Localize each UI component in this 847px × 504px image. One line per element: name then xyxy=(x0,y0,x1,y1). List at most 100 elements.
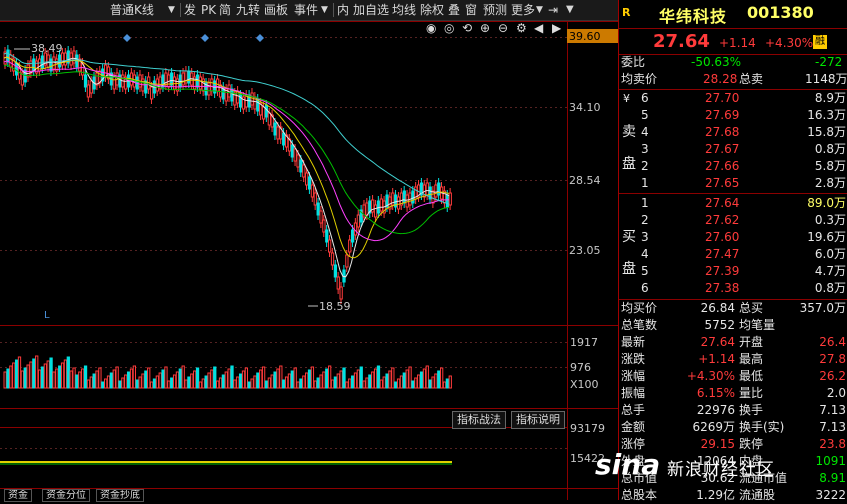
stock-name: 华纬科技 xyxy=(659,7,728,26)
orderbook-price: 27.67 xyxy=(705,142,740,156)
quote-stat-row: 均买价 26.84 总买 357.0万 xyxy=(619,300,847,317)
quote-stat-label: 总手 xyxy=(621,403,646,417)
quote-stat-label: 均笔量 xyxy=(739,318,776,332)
more-button[interactable]: 更多 xyxy=(511,2,535,18)
tab-fund-bottom[interactable]: 资金抄底 xyxy=(96,489,144,502)
volume-axis-label: 976 xyxy=(570,361,591,374)
history-icon[interactable]: ⟲ xyxy=(462,21,472,35)
indicator-help-button[interactable]: 指标说明 xyxy=(511,411,565,429)
zoom-in-icon[interactable]: ⊕ xyxy=(480,21,490,35)
quote-stat-label: 总买 xyxy=(739,301,764,315)
weibi-value: -50.63% xyxy=(691,55,742,69)
orderbook-volume: 16.3万 xyxy=(807,108,846,122)
indicator-strategy-button[interactable]: 指标战法 xyxy=(452,411,506,429)
chart-toolbar: 普通K线 ▼ 发 PK 简 九转 画板 事件 ▼ 内 加自选 均线 除权 叠 窗… xyxy=(0,0,618,21)
orderbook-volume: 0.8万 xyxy=(814,142,846,156)
margin-badge: 融 xyxy=(813,35,827,49)
price-axis-label: 39.60 xyxy=(569,30,601,43)
zoom-out-icon[interactable]: ⊖ xyxy=(498,21,508,35)
orderbook-row: 2 27.62 0.3万 xyxy=(619,212,847,229)
event-dropdown-icon[interactable]: ▼ xyxy=(321,2,328,18)
orderbook-level: 2 xyxy=(641,159,649,173)
quote-stat-value: 26.4 xyxy=(819,335,846,349)
kline-type-dropdown-icon[interactable]: ▼ xyxy=(168,2,175,18)
settings-icon[interactable]: ⚙ xyxy=(516,21,527,35)
quote-stat-label: 涨幅 xyxy=(621,369,646,383)
quote-stat-value: 22976 xyxy=(696,403,735,417)
quote-stat-label: 流通股 xyxy=(739,488,776,502)
nine-turn-button[interactable]: 九转 xyxy=(236,2,260,18)
more-dropdown-icon[interactable]: ▼ xyxy=(536,2,543,18)
volume-axis-label: 1917 xyxy=(570,336,598,349)
quote-stat-value: 1.29亿 xyxy=(696,488,735,502)
orderbook-level: 4 xyxy=(641,125,649,139)
orderbook-price: 27.47 xyxy=(705,247,740,261)
view-icon[interactable]: ◎ xyxy=(444,21,454,35)
publish-button[interactable]: 发 xyxy=(184,2,196,18)
pk-button[interactable]: PK xyxy=(201,2,216,18)
moving-average-button[interactable]: 均线 xyxy=(392,2,416,18)
ex-rights-button[interactable]: 除权 xyxy=(420,2,444,18)
quote-stat-label: 均买价 xyxy=(621,301,658,315)
quote-stat-value: 7.13 xyxy=(819,420,846,434)
kline-chart-area[interactable]: ◉ ◎ ⟲ ⊕ ⊖ ⚙ ◀ ▶ 39.60 34.10 28.54 23.05 … xyxy=(0,21,618,502)
quote-stat-label: 振幅 xyxy=(621,386,646,400)
orderbook-volume: 4.7万 xyxy=(814,264,846,278)
forecast-button[interactable]: 预测 xyxy=(483,2,507,18)
orderbook-price: 27.38 xyxy=(705,281,740,295)
volume-axis-label: X100 xyxy=(570,378,599,391)
orderbook-level: 3 xyxy=(641,142,649,156)
quote-stat-row: 金额 6269万 换手(实) 7.13 xyxy=(619,419,847,436)
pin-icon[interactable]: ⇥ xyxy=(548,2,558,18)
quote-stat-value: 27.64 xyxy=(700,335,735,349)
indicator-axis-label: 93179 xyxy=(570,422,605,435)
eye-icon[interactable]: ◉ xyxy=(426,21,436,35)
quote-stat-value: 6.15% xyxy=(696,386,735,400)
current-price: 27.64 xyxy=(653,31,710,52)
watermark-text: 新浪财经社区 xyxy=(667,460,775,480)
quote-stat-label: 量比 xyxy=(739,386,764,400)
avg-sell-value: 28.28 xyxy=(703,72,738,86)
window-button[interactable]: 窗 xyxy=(465,2,477,18)
event-marker-icon xyxy=(201,34,209,42)
avg-sell-row: 均卖价 28.28 总卖 1148万 xyxy=(619,71,847,88)
orderbook-row: 4 27.68 15.8万 xyxy=(619,124,847,141)
low-price-label: 18.59 xyxy=(319,300,351,313)
orderbook-volume: 15.8万 xyxy=(807,125,846,139)
kline-type-button[interactable]: 普通K线 xyxy=(110,2,154,18)
quote-stat-value: 6269万 xyxy=(692,420,735,434)
event-button[interactable]: 事件 xyxy=(294,2,318,18)
orderbook-price: 27.62 xyxy=(705,213,740,227)
quote-stat-label: 金额 xyxy=(621,420,646,434)
prev-icon[interactable]: ◀ xyxy=(534,21,543,35)
menu-dropdown-icon[interactable]: ▼ xyxy=(566,2,574,18)
orderbook-row: 1 27.65 2.8万 xyxy=(619,175,847,192)
weibi-row: 委比 -50.63% -272 xyxy=(619,54,847,71)
quote-stat-label: 涨跌 xyxy=(621,352,646,366)
orderbook-level: 6 xyxy=(641,281,649,295)
tab-fund[interactable]: 资金 xyxy=(4,489,32,502)
quote-stat-value: +1.14 xyxy=(698,352,735,366)
overlay-button[interactable]: 叠 xyxy=(448,2,460,18)
inner-button[interactable]: 内 xyxy=(337,2,349,18)
quote-stat-label: 总股本 xyxy=(621,488,658,502)
orderbook-level: 3 xyxy=(641,230,649,244)
avg-sell-label: 均卖价 xyxy=(621,72,658,86)
quote-stat-value: 26.2 xyxy=(819,369,846,383)
orderbook-volume: 89.0万 xyxy=(807,196,846,210)
sell-orderbook: ¥ 卖盘 6 27.70 8.9万 5 27.69 16.3万 4 27.68 15.8万 3 27… xyxy=(619,90,847,192)
quote-stat-label: 最高 xyxy=(739,352,764,366)
orderbook-row: 1 27.64 89.0万 xyxy=(619,195,847,212)
quote-stat-value: +4.30% xyxy=(686,369,735,383)
quote-stat-label: 最新 xyxy=(621,335,646,349)
quote-stat-value: 5752 xyxy=(704,318,735,332)
next-icon[interactable]: ▶ xyxy=(552,21,561,35)
price-axis-label: 23.05 xyxy=(569,244,601,257)
quote-stat-value: 27.8 xyxy=(819,352,846,366)
simple-button[interactable]: 简 xyxy=(219,2,231,18)
add-favorite-button[interactable]: 加自选 xyxy=(353,2,389,18)
tab-fund-percentile[interactable]: 资金分位 xyxy=(42,489,90,502)
orderbook-volume: 8.9万 xyxy=(814,91,846,105)
draw-board-button[interactable]: 画板 xyxy=(264,2,288,18)
weicha-value: -272 xyxy=(815,55,843,69)
